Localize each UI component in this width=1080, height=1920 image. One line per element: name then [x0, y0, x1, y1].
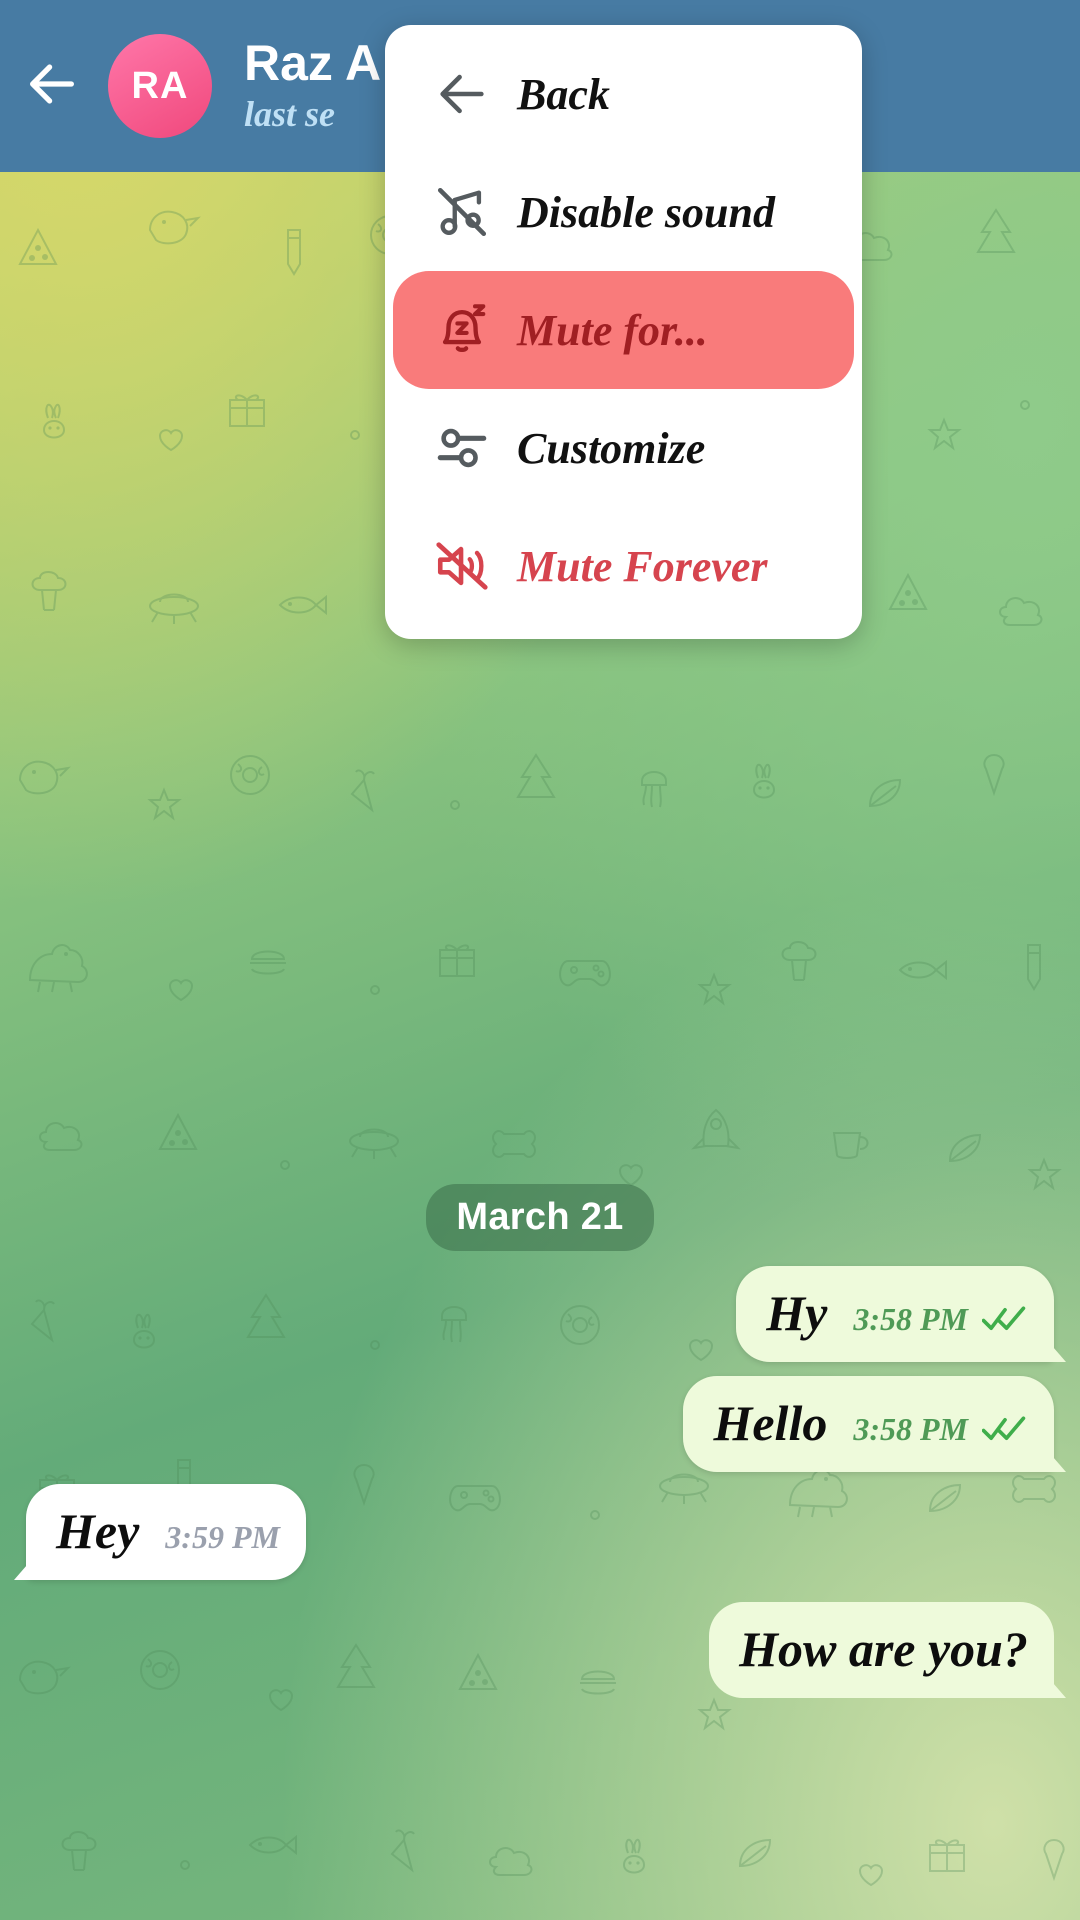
menu-item-mute-for[interactable]: Mute for... [393, 271, 854, 389]
menu-item-label: Mute Forever [517, 541, 768, 591]
avatar[interactable]: RA [108, 34, 212, 138]
menu-item-customize[interactable]: Customize [393, 389, 854, 507]
sliders-icon [419, 419, 505, 477]
bell-snooze-icon [419, 301, 505, 359]
header-back-button[interactable] [0, 0, 104, 172]
menu-item-label: Disable sound [517, 187, 775, 237]
menu-item-label: Mute for... [517, 305, 708, 355]
message-text: Hello [713, 1395, 828, 1451]
message-row: Hy 3:58 PM [0, 1266, 1080, 1362]
last-seen-status: last se [244, 93, 336, 134]
read-receipt-double-check-icon [982, 1304, 1028, 1334]
message-text: Hy [766, 1285, 828, 1341]
message-meta: 3:59 PM [165, 1521, 280, 1553]
message-meta: 3:58 PM [853, 1413, 1028, 1445]
message-bubble-outgoing[interactable]: Hello 3:58 PM [683, 1376, 1054, 1472]
page-title: Raz A [244, 34, 382, 91]
menu-item-back[interactable]: Back [393, 35, 854, 153]
message-text: How are you? [739, 1621, 1028, 1677]
avatar-initials: RA [131, 64, 189, 107]
message-row: Hey 3:59 PM [0, 1484, 1080, 1580]
message-time: 3:58 PM [853, 1301, 968, 1337]
date-divider: March 21 [0, 1184, 1080, 1251]
message-bubble-outgoing[interactable]: Hy 3:58 PM [736, 1266, 1054, 1362]
message-text: Hey [56, 1503, 140, 1559]
header-title-block[interactable]: Raz A last se [244, 34, 382, 135]
message-row: Hello 3:58 PM [0, 1376, 1080, 1472]
date-badge: March 21 [426, 1184, 654, 1251]
message-time: 3:58 PM [853, 1411, 968, 1447]
message-row: How are you? [0, 1602, 1080, 1698]
message-bubble-incoming[interactable]: Hey 3:59 PM [26, 1484, 306, 1580]
arrow-left-icon [23, 55, 81, 118]
read-receipt-double-check-icon [982, 1414, 1028, 1444]
message-meta: 3:58 PM [853, 1303, 1028, 1335]
arrow-left-icon [419, 65, 505, 123]
menu-item-mute-forever[interactable]: Mute Forever [393, 507, 854, 625]
speaker-mute-icon [419, 537, 505, 595]
menu-item-disable-sound[interactable]: Disable sound [393, 153, 854, 271]
message-bubble-outgoing[interactable]: How are you? [709, 1602, 1054, 1698]
music-off-icon [419, 183, 505, 241]
menu-item-label: Back [517, 69, 610, 119]
notification-settings-menu[interactable]: Back Disable sound Mute for... Customize… [385, 25, 862, 639]
message-time: 3:59 PM [165, 1519, 280, 1555]
menu-item-label: Customize [517, 423, 706, 473]
